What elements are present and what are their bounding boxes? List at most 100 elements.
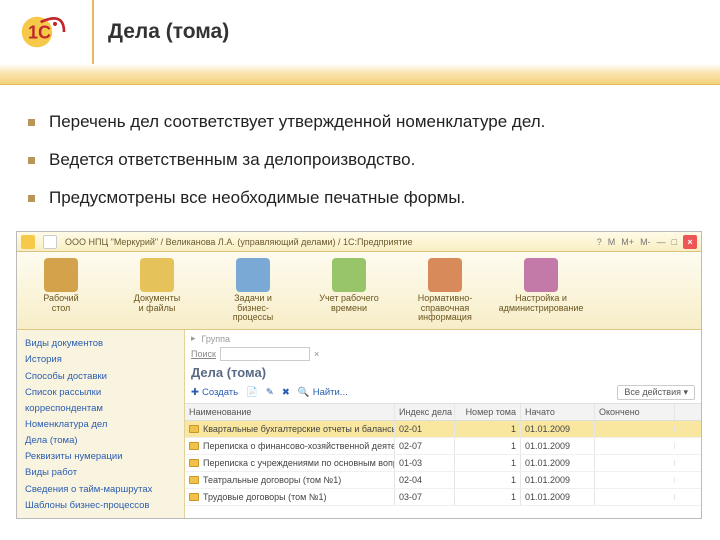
table-row[interactable]: Театральные договоры (том №1) 02-04101.01…: [185, 472, 701, 489]
cell-index: 03-07: [395, 489, 455, 505]
table-row[interactable]: Переписка с учреждениями по основным воп…: [185, 455, 701, 472]
titlebar: ООО НПЦ "Меркурий" / Великанова Л.А. (уп…: [17, 232, 701, 252]
app-icon: [21, 235, 35, 249]
create-button[interactable]: ✚ Создать: [191, 387, 238, 398]
section-label: Нормативно-справочнаяинформация: [413, 294, 477, 322]
table-row[interactable]: Трудовые договоры (том №1) 03-07101.01.20…: [185, 489, 701, 506]
cell-name: Переписка о финансово-хозяйственной деят…: [203, 441, 395, 451]
section-icon: [140, 258, 174, 292]
clear-icon[interactable]: ×: [314, 349, 319, 359]
section-icon: [44, 258, 78, 292]
data-grid[interactable]: Наименование Индекс дела Номер тома Нача…: [185, 404, 701, 519]
cell-index: 01-03: [395, 455, 455, 471]
cell-start: 01.01.2009: [521, 438, 595, 454]
slide-title: Дела (тома): [108, 20, 229, 44]
star-icon[interactable]: [43, 235, 57, 249]
cell-start: 01.01.2009: [521, 489, 595, 505]
col-start[interactable]: Начато: [521, 404, 595, 420]
maximize-icon[interactable]: □: [672, 237, 677, 247]
nav-link[interactable]: Виды работ: [25, 465, 176, 481]
nav-link[interactable]: Реквизиты нумерации: [25, 449, 176, 465]
search-label: Поиск: [191, 349, 216, 359]
section-label: Задачи ибизнес-процессы: [221, 294, 285, 322]
bullet-list: Перечень дел соответствует утвержденной …: [0, 85, 720, 231]
table-row[interactable]: Переписка о финансово-хозяйственной деят…: [185, 438, 701, 455]
cell-tom: 1: [455, 489, 521, 505]
section-tab[interactable]: Задачи ибизнес-процессы: [217, 256, 289, 325]
section-tab[interactable]: Учет рабочеговремени: [313, 256, 385, 325]
cell-name: Квартальные бухгалтерские отчеты и балан…: [203, 424, 395, 434]
minimize-icon[interactable]: —: [657, 237, 666, 247]
cell-index: 02-01: [395, 421, 455, 437]
cell-end: [595, 494, 675, 500]
close-icon[interactable]: ×: [683, 235, 697, 249]
section-icon: [524, 258, 558, 292]
cell-tom: 1: [455, 455, 521, 471]
app-window: ООО НПЦ "Меркурий" / Великанова Л.А. (уп…: [16, 231, 702, 519]
nav-link[interactable]: Сведения о тайм-маршрутах: [25, 482, 176, 498]
section-icon: [236, 258, 270, 292]
edit-button[interactable]: ✎: [266, 387, 274, 398]
svg-text:1C: 1C: [28, 22, 51, 42]
bullet-text: Ведется ответственным за делопроизводств…: [49, 149, 415, 171]
nav-link[interactable]: Способы доставки: [25, 369, 176, 385]
section-tab[interactable]: Документыи файлы: [121, 256, 193, 325]
nav-link[interactable]: Номенклатура дел: [25, 417, 176, 433]
breadcrumb: ▸ Группа: [185, 330, 701, 347]
col-index[interactable]: Индекс дела: [395, 404, 455, 420]
table-row[interactable]: Квартальные бухгалтерские отчеты и балан…: [185, 421, 701, 438]
help-icon[interactable]: ?: [597, 237, 602, 247]
cell-end: [595, 477, 675, 483]
section-tab[interactable]: Настройка иадминистрирование: [505, 256, 577, 325]
mplus-button[interactable]: M+: [621, 237, 634, 247]
cell-end: [595, 460, 675, 466]
nav-link[interactable]: Дела (тома): [25, 433, 176, 449]
nav-link[interactable]: Виды документов: [25, 336, 176, 352]
cell-name: Трудовые договоры (том №1): [203, 492, 327, 502]
folder-icon: [189, 442, 199, 450]
cell-end: [595, 443, 675, 449]
cell-tom: 1: [455, 421, 521, 437]
section-label: Рабочийстол: [43, 294, 78, 313]
m-button[interactable]: M: [608, 237, 616, 247]
copy-button[interactable]: 📄: [246, 387, 258, 398]
search-input[interactable]: [220, 347, 310, 361]
bullet-text: Перечень дел соответствует утвержденной …: [49, 111, 545, 133]
col-end[interactable]: Окончено: [595, 404, 675, 420]
section-tab[interactable]: Нормативно-справочнаяинформация: [409, 256, 481, 325]
section-icon: [428, 258, 462, 292]
all-actions-button[interactable]: Все действия ▾: [617, 385, 695, 400]
cell-start: 01.01.2009: [521, 421, 595, 437]
nav-link[interactable]: История: [25, 352, 176, 368]
section-label: Документыи файлы: [134, 294, 180, 313]
cell-name: Театральные договоры (том №1): [203, 475, 341, 485]
find-button[interactable]: 🔍 Найти...: [298, 387, 348, 398]
col-name[interactable]: Наименование: [185, 404, 395, 420]
cell-start: 01.01.2009: [521, 455, 595, 471]
panel-title: Дела (тома): [185, 363, 701, 382]
cell-name: Переписка с учреждениями по основным воп…: [203, 458, 395, 468]
folder-icon: [189, 476, 199, 484]
nav-link[interactable]: Шаблоны бизнес-процессов: [25, 498, 176, 514]
mminus-button[interactable]: M-: [640, 237, 651, 247]
folder-icon: [189, 459, 199, 467]
nav-link[interactable]: Список рассылки корреспондентам: [25, 385, 176, 417]
col-tom[interactable]: Номер тома: [455, 404, 521, 420]
section-bar: Рабочийстол Документыи файлы Задачи ибизне…: [17, 252, 701, 330]
window-title: ООО НПЦ "Меркурий" / Великанова Л.А. (уп…: [65, 237, 589, 247]
section-icon: [332, 258, 366, 292]
section-label: Настройка иадминистрирование: [499, 294, 584, 313]
folder-icon: [189, 493, 199, 501]
bullet-text: Предусмотрены все необходимые печатные ф…: [49, 187, 465, 209]
delete-button[interactable]: ✖: [282, 387, 290, 398]
sidebar: Виды документовИсторияСпособы доставкиСп…: [17, 330, 185, 519]
section-label: Учет рабочеговремени: [319, 294, 379, 313]
section-tab[interactable]: Рабочийстол: [25, 256, 97, 325]
cell-end: [595, 426, 675, 432]
folder-icon: [189, 425, 199, 433]
cell-index: 02-04: [395, 472, 455, 488]
cell-index: 02-07: [395, 438, 455, 454]
cell-start: 01.01.2009: [521, 472, 595, 488]
logo-1c: 1C: [0, 0, 94, 64]
cell-tom: 1: [455, 472, 521, 488]
